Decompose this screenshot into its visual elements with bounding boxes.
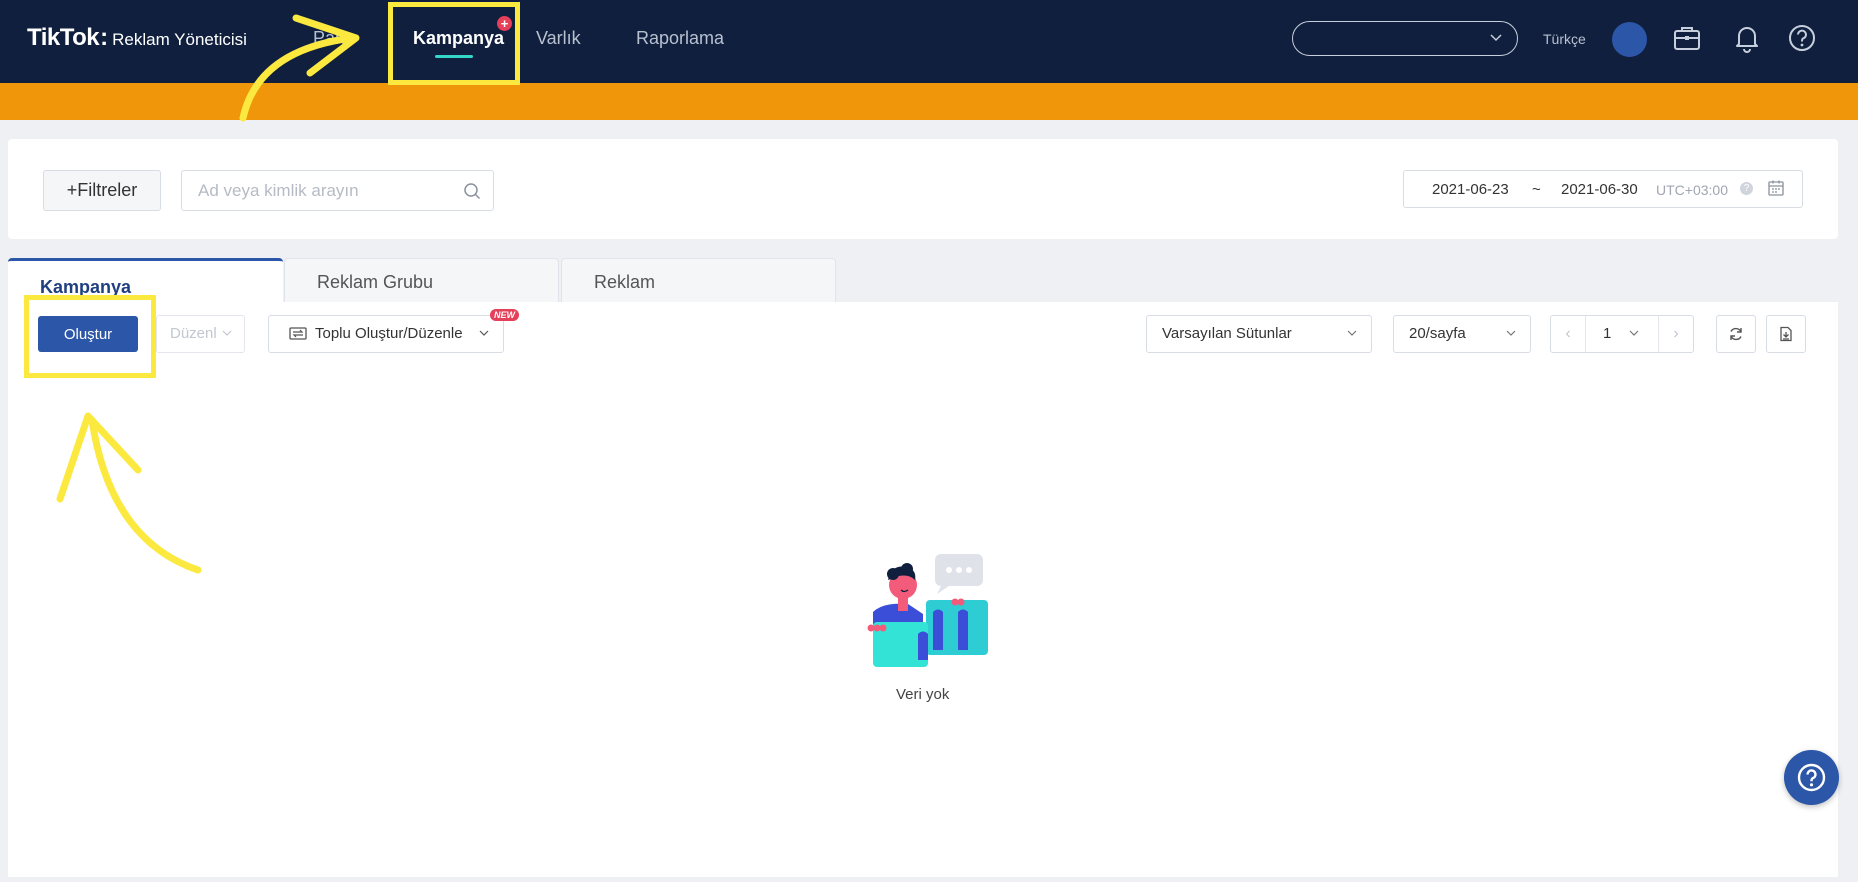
timezone-help-icon[interactable]: ? bbox=[1740, 182, 1753, 195]
columns-select[interactable]: Varsayılan Sütunlar bbox=[1146, 315, 1372, 353]
chevron-down-icon bbox=[1506, 330, 1516, 336]
nav-dashboard[interactable]: Pano bbox=[313, 28, 355, 49]
date-end: 2021-06-30 bbox=[1561, 181, 1638, 198]
language-switcher[interactable]: Türkçe bbox=[1543, 31, 1586, 47]
edit-dropdown[interactable]: Düzenl bbox=[156, 315, 245, 353]
campaign-table-panel: Oluştur Düzenl Toplu Oluştur/Düzenle NEW… bbox=[8, 302, 1838, 877]
nav-reporting[interactable]: Raporlama bbox=[636, 28, 724, 49]
chevron-down-icon bbox=[1629, 330, 1639, 336]
download-icon bbox=[1780, 326, 1792, 342]
avatar[interactable] bbox=[1612, 22, 1647, 57]
date-start: 2021-06-23 bbox=[1432, 181, 1509, 198]
next-page-button[interactable]: › bbox=[1658, 316, 1693, 352]
page-number-select[interactable]: 1 bbox=[1603, 325, 1611, 342]
logo-colon: : bbox=[100, 24, 109, 51]
columns-select-value: Varsayılan Sütunlar bbox=[1162, 325, 1292, 342]
pagination: ‹ 1 › bbox=[1550, 315, 1694, 353]
date-range-picker[interactable]: 2021-06-23 ~ 2021-06-30 UTC+03:00 ? bbox=[1403, 170, 1803, 208]
chevron-down-icon bbox=[1347, 330, 1357, 336]
add-filters-button[interactable]: +Filtreler bbox=[43, 170, 161, 211]
tab-ad[interactable]: Reklam bbox=[561, 258, 836, 302]
new-badge: NEW bbox=[490, 309, 519, 321]
nav-assets[interactable]: Varlık bbox=[536, 28, 581, 49]
bulk-label: Toplu Oluştur/Düzenle bbox=[315, 325, 463, 342]
search-box bbox=[181, 170, 494, 211]
empty-state-illustration bbox=[867, 554, 988, 667]
briefcase-icon[interactable] bbox=[1671, 22, 1703, 54]
filter-card: +Filtreler 2021-06-23 ~ 2021-06-30 UTC+0… bbox=[8, 139, 1838, 239]
logo-sub-text: Reklam Yöneticisi bbox=[112, 30, 247, 49]
search-input[interactable] bbox=[182, 171, 452, 210]
account-select[interactable] bbox=[1292, 21, 1518, 56]
refresh-icon bbox=[1730, 327, 1742, 341]
edit-label: Düzenl bbox=[170, 325, 217, 342]
help-icon bbox=[1797, 763, 1826, 792]
date-separator: ~ bbox=[1532, 181, 1541, 198]
page-size-select[interactable]: 20/sayfa bbox=[1393, 315, 1531, 353]
help-chat-button[interactable] bbox=[1784, 750, 1839, 805]
timezone-label: UTC+03:00 bbox=[1656, 182, 1728, 198]
search-icon[interactable] bbox=[463, 182, 481, 200]
help-icon[interactable] bbox=[1786, 22, 1818, 54]
export-button[interactable] bbox=[1766, 315, 1806, 353]
logo-main-text: TikTok bbox=[27, 24, 100, 51]
chevron-down-icon bbox=[1490, 34, 1502, 42]
notice-banner bbox=[0, 83, 1858, 120]
chevron-down-icon bbox=[222, 330, 232, 336]
bulk-swap-icon bbox=[289, 327, 307, 340]
top-nav-bar: TikTok : Reklam Yöneticisi Pano Kampanya… bbox=[0, 0, 1858, 83]
highlight-box-campaign-nav bbox=[388, 2, 520, 85]
empty-state-text: Veri yok bbox=[896, 686, 950, 703]
chevron-down-icon bbox=[479, 330, 489, 336]
refresh-button[interactable] bbox=[1716, 315, 1756, 353]
page-size-value: 20/sayfa bbox=[1409, 325, 1466, 342]
bell-icon[interactable] bbox=[1731, 22, 1763, 54]
prev-page-button[interactable]: ‹ bbox=[1551, 316, 1586, 352]
tab-ad-group[interactable]: Reklam Grubu bbox=[284, 258, 559, 302]
highlight-box-create-button bbox=[24, 295, 156, 378]
bulk-create-edit-dropdown[interactable]: Toplu Oluştur/Düzenle bbox=[268, 315, 504, 353]
calendar-icon[interactable] bbox=[1767, 179, 1785, 197]
tiktok-ads-logo[interactable]: TikTok : Reklam Yöneticisi bbox=[27, 24, 247, 52]
